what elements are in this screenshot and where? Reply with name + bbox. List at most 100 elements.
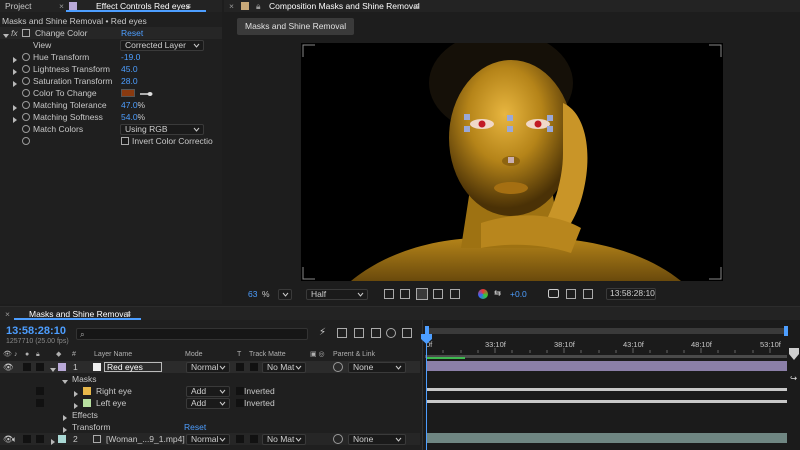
audio-icon[interactable]: 🔈︎ [12,433,17,445]
timeline-timecode[interactable]: 13:58:28:10 [6,325,66,337]
parent-dropdown[interactable]: None [348,434,406,445]
zoom-dropdown[interactable] [278,289,292,300]
stopwatch-icon[interactable] [22,53,30,61]
comp-flowchart-icon[interactable] [402,328,412,338]
snapshot-icon[interactable] [566,289,576,299]
mask-mode-dropdown[interactable]: Add [186,386,230,397]
exposure-value[interactable]: +0.0 [510,288,527,300]
layer-name-field[interactable]: Red eyes [104,362,162,372]
transform-reset-link[interactable]: Reset [184,421,206,433]
invert-checkbox[interactable] [121,137,129,145]
lock-icon[interactable]: 🔒︎ [256,0,261,12]
stopwatch-icon[interactable] [22,137,30,145]
exposure-icon[interactable]: ⇆ [494,288,501,299]
layer-out-point-icon[interactable]: ↪ [790,373,797,384]
playhead-line[interactable] [426,336,427,450]
pickwhip-icon[interactable] [333,434,343,444]
stopwatch-icon[interactable] [22,113,30,121]
pickwhip-icon[interactable] [333,362,343,372]
camera-icon[interactable] [548,289,559,298]
panel-menu-icon[interactable]: ≡ [414,0,419,12]
masks-group-row[interactable]: Masks [0,373,420,385]
motion-blur-icon[interactable] [371,328,381,338]
preserve-transparency-toggle[interactable] [236,363,244,371]
lock-toggle[interactable] [36,435,44,443]
parent-dropdown[interactable]: None [348,362,406,373]
matte-toggle[interactable] [250,363,258,371]
stopwatch-icon[interactable] [22,101,30,109]
layer-row[interactable]: 👁︎ 🔈︎ 2 [Woman_...9_1.mp4] Normal No Mat… [0,433,420,445]
layer-label-color[interactable] [58,435,66,443]
stopwatch-icon[interactable] [22,77,30,85]
layer-1-duration-bar[interactable] [427,361,787,371]
mask-visibility-icon[interactable] [416,288,428,300]
grid-guides-icon[interactable] [433,289,443,299]
effect-reset-link[interactable]: Reset [121,27,143,39]
mask-color-swatch[interactable] [83,387,91,395]
color-management-icon[interactable] [478,289,488,299]
matte-toggle[interactable] [250,435,258,443]
layer-search-input[interactable]: ⌕ [76,328,308,340]
playhead-handle[interactable] [421,334,432,344]
frame-blending-icon[interactable] [354,328,364,338]
stopwatch-icon[interactable] [22,125,30,133]
comp-timecode-field[interactable]: 13:58:28:10 [606,288,656,300]
blend-mode-dropdown[interactable]: Normal [186,362,230,373]
effect-header-row[interactable]: fx Change Color Reset [0,27,222,39]
comp-end-marker[interactable] [789,348,799,360]
work-area-end-handle[interactable] [784,326,788,336]
lightness-value[interactable]: 45.0 [121,63,138,75]
preserve-transparency-toggle[interactable] [236,435,244,443]
preview-icon[interactable] [583,289,593,299]
effects-group-row[interactable]: Effects [0,409,420,421]
timeline-track-area[interactable]: 0f 33:10f 38:10f 43:10f 48:10f 53:10f ↪ [421,320,800,450]
tab-composition[interactable]: Composition Masks and Shine Removal [269,0,420,12]
layer-label-color[interactable] [58,363,66,371]
matching-tolerance-value[interactable]: 47.0 [121,100,138,110]
mask-lock-toggle[interactable] [36,387,44,395]
stopwatch-icon[interactable] [22,89,30,97]
transform-group-row[interactable]: Transform Reset [0,421,420,433]
mask-row[interactable]: Right eye Add Inverted [0,385,420,397]
layer-2-duration-bar[interactable] [427,433,787,443]
shy-layers-icon[interactable] [337,328,347,338]
mask-row[interactable]: Left eye Add Inverted [0,397,420,409]
mask-inverted-checkbox[interactable] [236,387,244,395]
layer-row[interactable]: 👁︎ 1 Red eyes Normal No Mat None [0,361,420,373]
solo-toggle[interactable] [23,435,31,443]
mask-lock-toggle[interactable] [36,399,44,407]
track-matte-dropdown[interactable]: No Mat [262,434,306,445]
close-icon[interactable]: × [59,0,64,12]
mask-inverted-checkbox[interactable] [236,399,244,407]
lock-toggle[interactable] [36,363,44,371]
draft-3d-icon[interactable]: ⚡︎ [319,327,326,338]
graph-editor-icon[interactable] [386,328,396,338]
chevron-right-icon[interactable] [50,436,56,448]
mask-1-bar[interactable] [427,388,787,391]
track-matte-dropdown[interactable]: No Mat [262,362,306,373]
transparency-grid-icon[interactable] [400,289,410,299]
match-colors-dropdown[interactable]: Using RGB [120,124,204,135]
col-layer-name[interactable]: Layer Name [94,349,132,361]
stopwatch-icon[interactable] [22,65,30,73]
composition-viewer[interactable] [301,43,723,281]
matching-softness-value[interactable]: 54.0 [121,112,138,122]
channel-icon[interactable] [450,289,460,299]
work-area-bar[interactable] [425,328,787,334]
blend-mode-dropdown[interactable]: Normal [186,434,230,445]
region-of-interest-icon[interactable] [384,289,394,299]
fx-icon[interactable]: fx [11,27,18,39]
close-icon[interactable]: × [229,0,234,12]
saturation-value[interactable]: 28.0 [121,75,138,87]
tab-project[interactable]: Project [5,0,31,12]
mask-mode-dropdown[interactable]: Add [186,398,230,409]
solo-toggle[interactable] [23,363,31,371]
mask-2-bar[interactable] [427,400,787,403]
view-dropdown[interactable]: Corrected Layer [120,40,204,51]
color-swatch[interactable] [121,89,135,97]
mask-color-swatch[interactable] [83,399,91,407]
resolution-dropdown[interactable]: Half [306,289,368,300]
close-icon[interactable]: × [5,308,10,320]
zoom-value[interactable]: 63 [248,288,257,300]
composition-flowchart-chip[interactable]: Masks and Shine Removal [237,18,355,35]
